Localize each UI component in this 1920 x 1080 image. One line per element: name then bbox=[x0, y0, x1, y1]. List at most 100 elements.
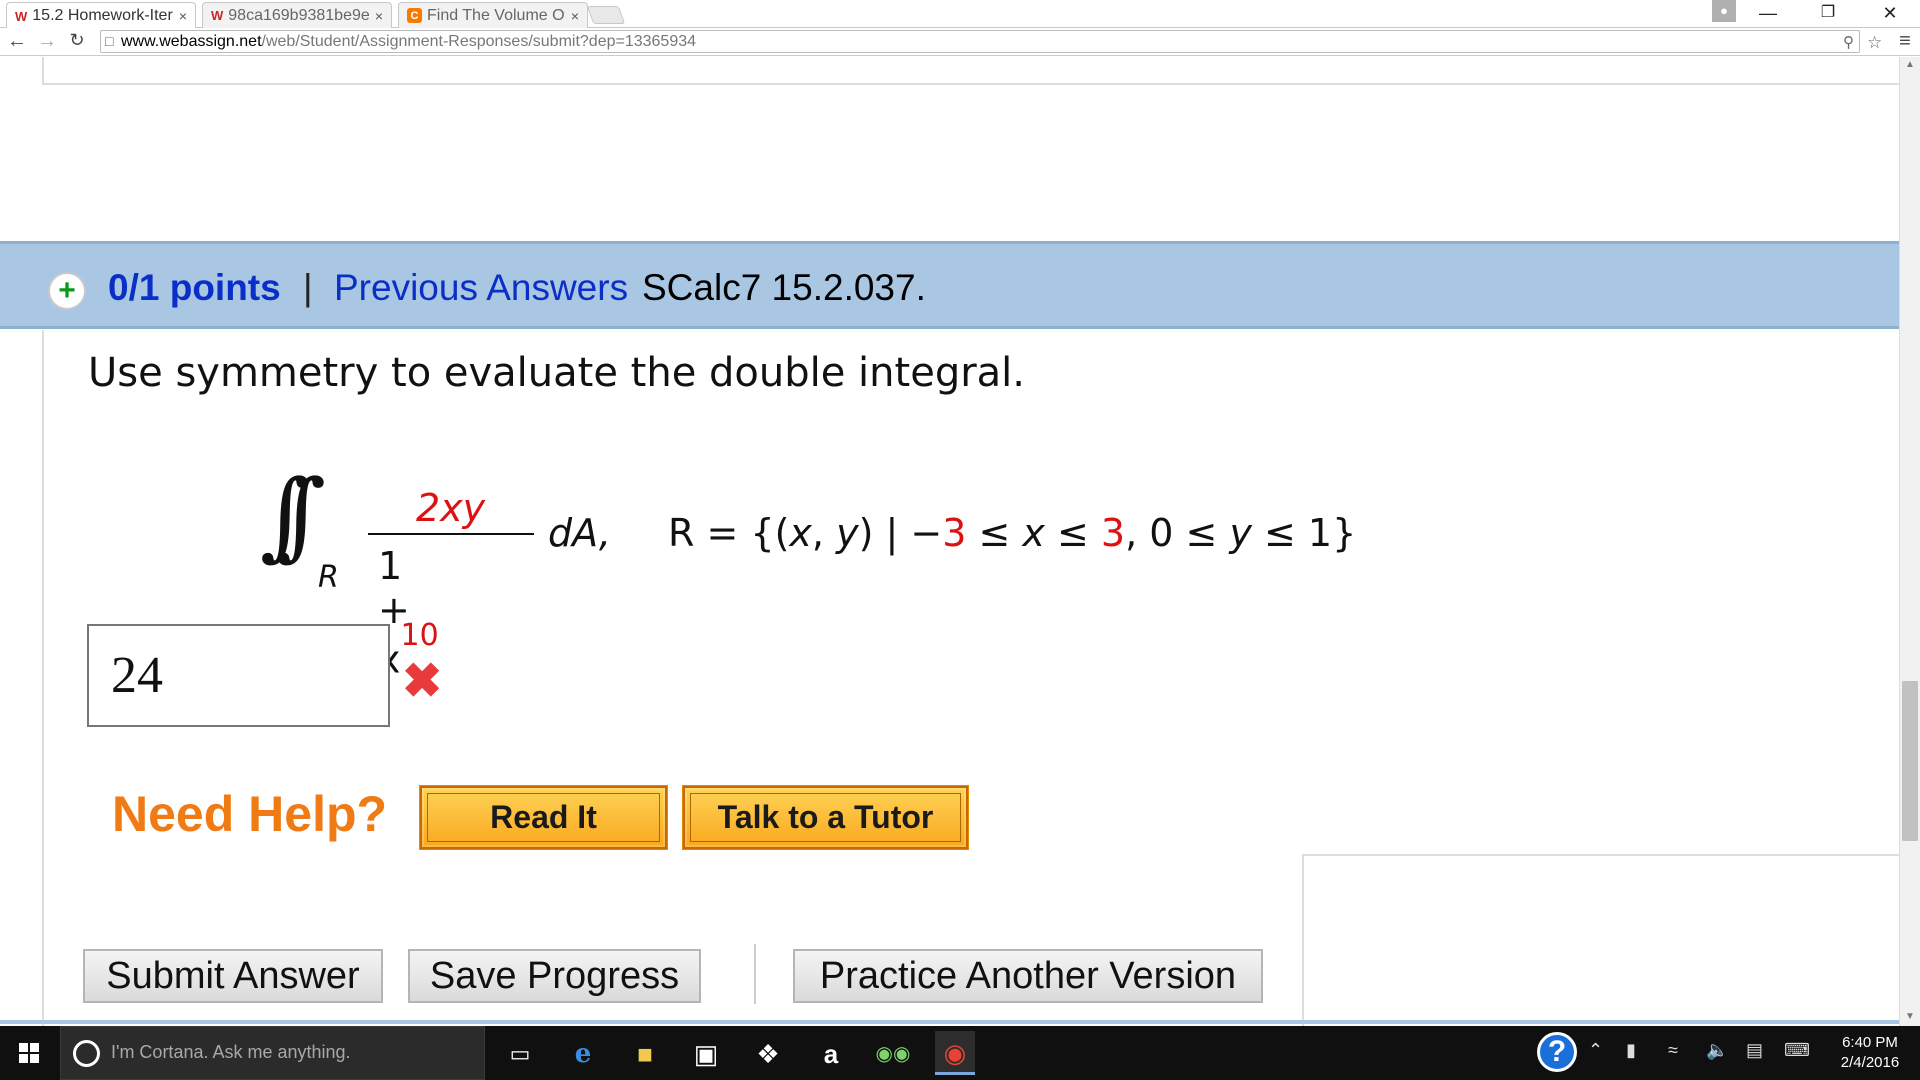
button-inner-border bbox=[427, 793, 660, 842]
cortana-icon bbox=[73, 1040, 100, 1067]
system-clock[interactable]: 6:40 PM 2/4/2016 bbox=[1828, 1033, 1912, 1073]
region-part: ≤ 1} bbox=[1251, 511, 1357, 555]
fraction-numerator: 2xy bbox=[416, 486, 486, 530]
url-text[interactable]: www.webassign.net/web/Student/Assignment… bbox=[121, 33, 696, 51]
volume-muted-icon[interactable]: 🔈 bbox=[1706, 1040, 1728, 1061]
question-body-border bbox=[1302, 856, 1304, 1026]
restore-icon[interactable]: ❐ bbox=[1800, 0, 1856, 26]
region-part: ≤ bbox=[1044, 511, 1101, 555]
notifications-icon[interactable]: ▤ bbox=[1746, 1040, 1763, 1061]
chegg-icon: C bbox=[407, 8, 422, 23]
tab-webassign-2[interactable]: W 98ca169b9381be9e1 × bbox=[202, 2, 392, 28]
wrong-x-icon: ✖ bbox=[402, 655, 443, 708]
question-body-border bbox=[1302, 854, 1899, 856]
next-question-header-edge bbox=[0, 1020, 1899, 1024]
windows-start-icon[interactable] bbox=[0, 1026, 58, 1080]
webassign-icon: W bbox=[15, 8, 28, 24]
toolbar: ← → ↻ □ www.webassign.net/web/Student/As… bbox=[0, 28, 1920, 56]
button-inner-border bbox=[690, 793, 961, 842]
header-separator: | bbox=[303, 267, 313, 308]
menu-icon[interactable]: ≡ bbox=[1894, 30, 1916, 53]
tab-find-volume[interactable]: C Find The Volume Of × bbox=[398, 2, 588, 28]
zoom-icon[interactable]: ⚲ bbox=[1843, 33, 1854, 51]
read-it-button[interactable]: Read It bbox=[420, 786, 667, 849]
battery-icon[interactable]: ▮ bbox=[1626, 1040, 1636, 1061]
question-id: SCalc7 15.2.037. bbox=[642, 267, 926, 308]
profile-icon[interactable]: ● bbox=[1712, 0, 1736, 22]
dropbox-icon[interactable]: ❖ bbox=[748, 1036, 788, 1072]
double-integral-sign: ∫∫ bbox=[260, 459, 326, 571]
page-icon: □ bbox=[105, 33, 114, 49]
star-icon[interactable]: ☆ bbox=[1867, 33, 1882, 53]
region-bound: 3 bbox=[1100, 511, 1126, 555]
edge-icon[interactable]: e bbox=[563, 1036, 603, 1072]
store-icon[interactable]: ▣ bbox=[686, 1036, 726, 1072]
address-bar[interactable]: □ www.webassign.net/web/Student/Assignme… bbox=[100, 30, 1882, 53]
denominator-exponent: 10 bbox=[400, 618, 439, 653]
question-header: + 0/1 points | Previous Answers SCalc7 1… bbox=[0, 241, 1899, 329]
cortana-placeholder: I'm Cortana. Ask me anything. bbox=[111, 1042, 351, 1062]
region-part: , 0 ≤ bbox=[1125, 511, 1230, 555]
close-icon[interactable]: ✕ bbox=[1862, 0, 1918, 26]
plus-icon[interactable]: + bbox=[48, 272, 86, 310]
save-progress-button[interactable]: Save Progress bbox=[408, 949, 701, 1003]
file-explorer-icon[interactable]: ■ bbox=[625, 1036, 665, 1072]
tab-homework[interactable]: W 15.2 Homework-Itera × bbox=[6, 2, 196, 29]
region-var: y bbox=[836, 511, 859, 555]
answer-input[interactable]: 24 bbox=[87, 624, 390, 727]
integral-region-subscript: R bbox=[318, 560, 339, 595]
webassign-icon: W bbox=[211, 8, 224, 23]
region-var: x bbox=[1022, 511, 1045, 555]
reload-icon[interactable]: ↻ bbox=[66, 30, 88, 51]
wifi-icon[interactable]: ≈ bbox=[1668, 1040, 1678, 1061]
minimize-icon[interactable]: — bbox=[1740, 0, 1796, 26]
page-viewport: + 0/1 points | Previous Answers SCalc7 1… bbox=[0, 57, 1899, 1026]
region-part: , bbox=[811, 511, 837, 555]
tab-strip: W 15.2 Homework-Itera × W 98ca169b9381be… bbox=[0, 0, 1920, 29]
question-prompt: Use symmetry to evaluate the double inte… bbox=[88, 350, 1025, 396]
region-part: ≤ bbox=[966, 511, 1023, 555]
cortana-search-box[interactable]: I'm Cortana. Ask me anything. bbox=[60, 1026, 485, 1080]
differential: dA, bbox=[548, 511, 611, 555]
button-divider bbox=[754, 944, 756, 1004]
previous-question-box bbox=[42, 57, 1899, 85]
scroll-down-icon[interactable]: ▼ bbox=[1900, 1009, 1920, 1025]
submit-answer-button[interactable]: Submit Answer bbox=[83, 949, 383, 1003]
new-tab-button[interactable] bbox=[586, 6, 626, 24]
clock-time: 6:40 PM bbox=[1842, 1034, 1898, 1051]
tab-title: Find The Volume Of bbox=[427, 6, 565, 24]
amazon-icon[interactable]: a bbox=[811, 1036, 851, 1072]
chevron-up-icon[interactable]: ⌃ bbox=[1588, 1040, 1603, 1061]
talk-to-tutor-button[interactable]: Talk to a Tutor bbox=[683, 786, 968, 849]
back-icon[interactable]: ← bbox=[6, 30, 28, 53]
region-part: ) | − bbox=[858, 511, 943, 555]
url-path: /web/Student/Assignment-Responses/submit… bbox=[261, 33, 697, 50]
taskbar: I'm Cortana. Ask me anything. ▭ e ■ ▣ ❖ … bbox=[0, 1026, 1920, 1080]
page-scrollbar[interactable]: ▲ ▼ bbox=[1899, 57, 1920, 1026]
tripadvisor-icon[interactable]: ◉◉ bbox=[873, 1036, 913, 1072]
tab-title: 15.2 Homework-Itera bbox=[32, 7, 173, 24]
tab-title: 98ca169b9381be9e1 bbox=[228, 6, 369, 24]
fraction-bar bbox=[368, 533, 534, 535]
tab-close-icon[interactable]: × bbox=[571, 8, 579, 24]
tab-close-icon[interactable]: × bbox=[179, 8, 187, 24]
region-var: x bbox=[789, 511, 812, 555]
tab-close-icon[interactable]: × bbox=[375, 8, 383, 24]
points-score: 0/1 points bbox=[108, 267, 281, 308]
url-host: www.webassign.net bbox=[121, 33, 262, 50]
region-bound: 3 bbox=[942, 511, 967, 555]
region-var: y bbox=[1229, 511, 1252, 555]
scroll-up-icon[interactable]: ▲ bbox=[1900, 57, 1920, 73]
keyboard-icon[interactable]: ⌨ bbox=[1784, 1040, 1810, 1061]
previous-answers-link[interactable]: Previous Answers bbox=[334, 267, 628, 309]
chrome-icon[interactable]: ◉ bbox=[935, 1031, 975, 1075]
need-help-label: Need Help? bbox=[112, 786, 388, 842]
help-icon[interactable]: ? bbox=[1537, 1032, 1577, 1072]
forward-icon[interactable]: → bbox=[36, 30, 58, 53]
region-definition: R = {(x, y) | −3 ≤ x ≤ 3, 0 ≤ y ≤ 1} bbox=[668, 511, 1356, 555]
task-view-icon[interactable]: ▭ bbox=[500, 1036, 540, 1072]
clock-date: 2/4/2016 bbox=[1840, 1054, 1900, 1071]
practice-another-version-button[interactable]: Practice Another Version bbox=[793, 949, 1263, 1003]
scroll-thumb[interactable] bbox=[1902, 681, 1918, 841]
region-part: R = {( bbox=[668, 511, 790, 555]
